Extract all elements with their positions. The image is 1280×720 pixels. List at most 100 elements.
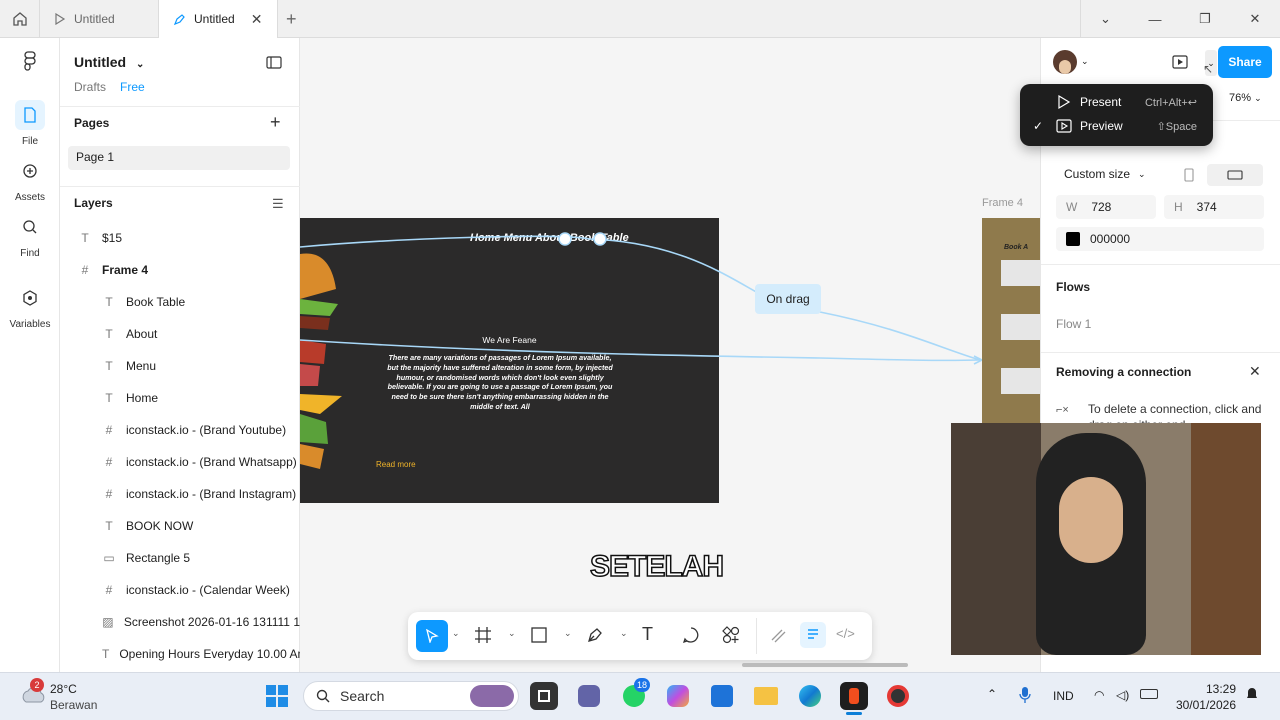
design-mode-button[interactable]: [800, 622, 826, 648]
layer-row[interactable]: T Menu: [60, 350, 300, 382]
layer-row[interactable]: # iconstack.io - (Brand Instagram): [60, 478, 300, 510]
fill-field[interactable]: 000000: [1056, 227, 1264, 251]
horizontal-scrollbar[interactable]: [742, 663, 908, 667]
tabs-dropdown-button[interactable]: ⌄: [1080, 0, 1130, 38]
connection-handle: [593, 232, 607, 246]
notification-bell-icon[interactable]: [1245, 686, 1259, 705]
close-window-button[interactable]: ✕: [1230, 0, 1280, 38]
layer-row[interactable]: ▨ Screenshot 2026-01-16 131111 1: [60, 606, 300, 638]
language-indicator[interactable]: IND: [1053, 689, 1074, 703]
speaker-icon[interactable]: ◁): [1116, 688, 1129, 702]
rail-item-file[interactable]: File: [0, 100, 60, 147]
taskbar-app-explorer[interactable]: [752, 682, 780, 710]
tab-untitled-prototype[interactable]: Untitled: [40, 0, 158, 38]
rail-item-find[interactable]: Find: [0, 212, 60, 259]
width-field[interactable]: W 728: [1056, 195, 1156, 219]
close-tab-icon[interactable]: ✕: [251, 11, 263, 28]
close-hint-button[interactable]: ✕: [1249, 363, 1261, 380]
chevron-down-icon[interactable]: ⌄: [508, 628, 516, 639]
comment-tool-button[interactable]: [682, 626, 700, 647]
clock-time[interactable]: 13:29: [1180, 682, 1236, 696]
chevron-down-icon[interactable]: ⌄: [452, 628, 460, 639]
wifi-icon[interactable]: ◠: [1094, 688, 1104, 702]
layer-row[interactable]: T $15: [60, 222, 300, 254]
taskbar-app-copilot[interactable]: [664, 682, 692, 710]
layer-row[interactable]: # iconstack.io - (Brand Whatsapp): [60, 446, 300, 478]
plan-badge[interactable]: Free: [120, 80, 145, 94]
weather-widget[interactable]: 2: [20, 678, 48, 708]
layer-row[interactable]: # iconstack.io - (Calendar Week): [60, 574, 300, 606]
start-button[interactable]: [263, 682, 291, 710]
flow-item[interactable]: Flow 1: [1056, 317, 1091, 331]
chevron-down-icon[interactable]: ⌄: [620, 628, 628, 639]
taskbar-app-figma[interactable]: [840, 682, 868, 710]
new-tab-button[interactable]: +: [286, 9, 297, 30]
taskbar-app-edge[interactable]: [796, 682, 824, 710]
layer-row[interactable]: ▭ Rectangle 5: [60, 542, 300, 574]
taskbar-app-store[interactable]: [708, 682, 736, 710]
menu-shortcut: Ctrl+Alt+↩: [1144, 96, 1197, 109]
frame4[interactable]: Book A: [982, 218, 1040, 423]
layer-row[interactable]: T About: [60, 318, 300, 350]
landscape-button[interactable]: [1207, 164, 1263, 186]
menu-item-preview[interactable]: ✓ Preview ⇧Space: [1020, 114, 1213, 138]
actions-tool-button[interactable]: [722, 626, 740, 647]
layer-row[interactable]: # iconstack.io - (Brand Youtube): [60, 414, 300, 446]
file-title[interactable]: Untitled ⌄: [74, 54, 144, 70]
text-tool-button[interactable]: T: [642, 624, 653, 645]
chevron-down-icon[interactable]: ⌄: [1081, 56, 1089, 67]
taskbar-app-teams[interactable]: [575, 682, 603, 710]
share-button[interactable]: Share: [1218, 46, 1272, 78]
pen-tool-button[interactable]: [586, 626, 604, 647]
drafts-label[interactable]: Drafts: [74, 80, 106, 94]
battery-icon[interactable]: [1140, 689, 1158, 699]
minimize-button[interactable]: —: [1130, 0, 1180, 38]
tray-overflow-icon[interactable]: ⌃: [987, 687, 997, 701]
frame-tool-button[interactable]: [474, 626, 492, 647]
clock-date[interactable]: 30/01/2026: [1170, 698, 1236, 712]
sidebar-toggle-icon[interactable]: [266, 56, 282, 72]
frame4-label[interactable]: Frame 4: [982, 197, 1023, 209]
rail-label: File: [21, 136, 39, 147]
layer-row[interactable]: T BOOK NOW: [60, 510, 300, 542]
layer-row[interactable]: T Opening Hours Everyday 10.00 Am: [60, 638, 307, 670]
taskbar-search[interactable]: Search: [303, 681, 519, 711]
whatsapp-badge: 18: [634, 678, 650, 692]
rail-item-assets[interactable]: Assets: [0, 156, 60, 203]
design-canvas[interactable]: Home Menu About Book Table We Are Feane …: [300, 38, 1040, 672]
dev-mode-button[interactable]: </>: [836, 626, 855, 641]
folder-icon: [754, 687, 778, 705]
active-app-indicator: [846, 712, 862, 715]
layer-row[interactable]: # Frame 4: [60, 254, 300, 286]
taskbar-app-task-view[interactable]: [530, 682, 558, 710]
layer-row[interactable]: T Home: [60, 382, 300, 414]
height-field[interactable]: H 374: [1164, 195, 1264, 219]
weather-badge: 2: [30, 678, 44, 692]
size-preset-select[interactable]: Custom size ⌄: [1056, 163, 1168, 185]
microphone-icon[interactable]: [1018, 686, 1032, 707]
webcam-background-left: [951, 423, 1041, 655]
figma-logo-icon[interactable]: [15, 50, 45, 77]
tab-untitled-design[interactable]: Untitled ✕: [158, 0, 278, 38]
present-button[interactable]: [1172, 54, 1188, 73]
layers-filter-icon[interactable]: ☰: [272, 196, 284, 212]
taskbar-app-whatsapp[interactable]: 18: [620, 678, 650, 710]
draw-mode-button[interactable]: [770, 626, 788, 647]
avatar[interactable]: [1053, 50, 1077, 74]
shape-tool-button[interactable]: [530, 626, 548, 647]
layers-header: Layers: [74, 196, 113, 210]
page-item-1[interactable]: Page 1: [68, 146, 290, 170]
taskbar-app-recorder[interactable]: [884, 682, 912, 710]
home-button[interactable]: [0, 0, 40, 38]
chevron-down-icon[interactable]: ⌄: [564, 628, 572, 639]
menu-item-present[interactable]: Present Ctrl+Alt+↩: [1020, 90, 1213, 114]
zoom-level[interactable]: 76% ⌄: [1229, 92, 1262, 104]
add-page-button[interactable]: +: [270, 112, 281, 133]
rail-item-variables[interactable]: Variables: [0, 283, 60, 330]
interaction-trigger-label[interactable]: On drag: [755, 284, 821, 314]
move-tool-button[interactable]: [416, 620, 448, 652]
portrait-button[interactable]: [1175, 164, 1203, 186]
fill-swatch[interactable]: [1066, 232, 1080, 246]
layer-row[interactable]: T Book Table: [60, 286, 300, 318]
restore-button[interactable]: ❐: [1180, 0, 1230, 38]
